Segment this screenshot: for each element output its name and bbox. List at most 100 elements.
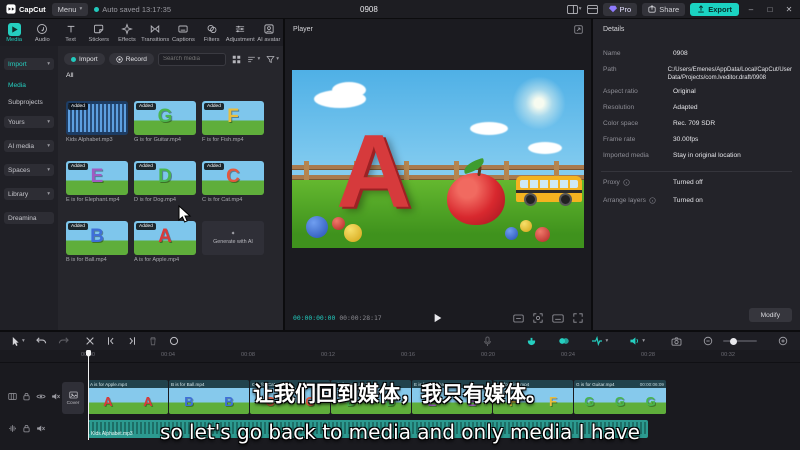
- subtitle-english: so let's go back to media and only media…: [160, 420, 640, 444]
- import-button[interactable]: Import: [64, 53, 105, 65]
- media-item[interactable]: Added Kids Alphabet.mp3: [66, 101, 128, 143]
- media-item[interactable]: Added E E is for Elephant.mp4: [66, 161, 128, 203]
- sidebar-item-import[interactable]: Import ▾: [4, 58, 54, 70]
- player-title: Player: [293, 25, 313, 33]
- media-item[interactable]: Added C C is for Cat.mp4: [202, 161, 264, 203]
- aspect-ratio-icon[interactable]: [513, 314, 524, 323]
- subtitle-chinese: 让我们回到媒体，我只有媒体。: [253, 383, 547, 406]
- detail-label: Name: [603, 50, 621, 57]
- titlebar: CapCut Menu ▾ Auto saved 13:17:35 0908 ▾ …: [0, 0, 800, 18]
- detail-label: Proxy: [603, 179, 673, 186]
- ruler-label: 00:12: [321, 352, 335, 358]
- sidebar-item-yours[interactable]: Yours ▾: [4, 116, 54, 128]
- preview-axis-icon[interactable]: ▾: [591, 336, 608, 346]
- split-icon[interactable]: [85, 336, 95, 346]
- info-icon: [623, 179, 630, 186]
- zoom-out-icon[interactable]: [703, 336, 713, 346]
- chevron-down-icon: ▾: [47, 191, 50, 197]
- detail-label: Imported media: [603, 152, 649, 159]
- media-item[interactable]: Added A A is for Apple.mp4: [134, 221, 196, 263]
- menu-button[interactable]: Menu ▾: [51, 2, 89, 16]
- grid-view-icon[interactable]: [232, 55, 241, 64]
- detail-label: Arrange layers: [603, 197, 673, 204]
- share-icon: [648, 5, 656, 13]
- audio-preview-icon[interactable]: ▾: [629, 336, 645, 346]
- media-tab-all[interactable]: All: [66, 72, 74, 79]
- snap-magnet-icon[interactable]: [526, 336, 537, 346]
- sidebar-item-ai-media[interactable]: AI media ▾: [4, 140, 54, 152]
- effects-icon: [120, 23, 133, 36]
- share-button[interactable]: Share: [642, 2, 686, 16]
- resolution-icon[interactable]: [552, 314, 564, 323]
- fit-icon[interactable]: [533, 313, 543, 323]
- media-icon: [7, 22, 21, 36]
- pro-button[interactable]: Pro: [602, 2, 638, 16]
- undo-icon[interactable]: [35, 336, 47, 346]
- player-panel: Player A 00:00:00:00 00:00:28:17: [285, 19, 591, 330]
- zoom-slider-knob[interactable]: [730, 337, 737, 345]
- maximize-button[interactable]: □: [763, 5, 777, 14]
- timeline-toolbar: ▾ ▾ ▾: [0, 332, 800, 350]
- export-button[interactable]: Export: [690, 2, 739, 16]
- select-tool-icon[interactable]: ▾: [11, 336, 25, 347]
- sparkle-icon: ✦: [230, 231, 236, 237]
- media-item[interactable]: Added F F is for Fish.mp4: [202, 101, 264, 143]
- sidebar-item-dreamina[interactable]: Dreamina: [4, 212, 54, 224]
- sidebar-item-library[interactable]: Library ▾: [4, 188, 54, 200]
- play-button[interactable]: [434, 313, 443, 323]
- text-icon: [64, 23, 77, 36]
- redo-icon[interactable]: [58, 336, 69, 346]
- generate-with-ai-card[interactable]: ✦ Generate with AI: [202, 221, 264, 255]
- delete-left-icon[interactable]: [106, 336, 116, 346]
- cloud: [528, 142, 562, 154]
- tab-effects[interactable]: Effects: [113, 19, 141, 46]
- tab-stickers[interactable]: Stickers: [85, 19, 113, 46]
- delete-right-icon[interactable]: [127, 336, 137, 346]
- player-controls: 00:00:00:00 00:00:28:17: [285, 306, 591, 330]
- link-icon[interactable]: [558, 336, 570, 346]
- media-item[interactable]: Added G G is for Guitar.mp4: [134, 101, 196, 143]
- voiceover-mic-icon[interactable]: [483, 336, 492, 347]
- sidebar-item-spaces[interactable]: Spaces ▾: [4, 164, 54, 176]
- detail-value: Stay in original location: [673, 152, 741, 159]
- tab-captions[interactable]: Captions: [169, 19, 197, 46]
- ruler-label: 00:28: [641, 352, 655, 358]
- search-input[interactable]: [157, 52, 226, 66]
- adjustment-icon: [234, 23, 247, 36]
- tab-media[interactable]: Media: [0, 19, 28, 46]
- sidebar-item-subprojects[interactable]: Subprojects: [8, 99, 43, 106]
- timeline-ruler[interactable]: 00:0000:0400:0800:1200:1600:2000:2400:28…: [0, 350, 800, 363]
- autosave-dot-icon: [94, 6, 100, 12]
- tab-ai-avatar[interactable]: AI avatar: [255, 19, 283, 46]
- letter-a-3d: A: [336, 113, 412, 230]
- media-item[interactable]: Added B B is for Ball.mp4: [66, 221, 128, 263]
- sidebar-item-media[interactable]: Media: [8, 82, 26, 89]
- detail-label: Resolution: [603, 104, 635, 111]
- delete-icon[interactable]: [148, 336, 158, 346]
- filter-icon[interactable]: ▾: [266, 55, 279, 64]
- filters-icon: [205, 23, 218, 36]
- zoom-in-icon[interactable]: [778, 336, 788, 346]
- record-button[interactable]: Record: [108, 53, 154, 65]
- detach-player-icon[interactable]: [574, 24, 583, 34]
- close-button[interactable]: ✕: [782, 5, 796, 14]
- media-item[interactable]: Added D D is for Dog.mp4: [134, 161, 196, 203]
- layout-switch-icon[interactable]: ▾: [566, 4, 582, 14]
- snapshot-icon[interactable]: [671, 336, 682, 346]
- tab-transitions[interactable]: Transitions: [141, 19, 169, 46]
- modify-button[interactable]: Modify: [748, 308, 792, 322]
- tab-adjustment[interactable]: Adjustment: [226, 19, 255, 46]
- ruler-label: 00:24: [561, 352, 575, 358]
- tab-audio[interactable]: Audio: [28, 19, 56, 46]
- tab-text[interactable]: Text: [56, 19, 84, 46]
- detail-value: Original: [673, 88, 696, 95]
- minimize-button[interactable]: –: [744, 5, 758, 14]
- mask-icon[interactable]: [169, 336, 179, 346]
- details-panel: Details Name 0908 Path C:/Users/Emenes/App…: [593, 19, 800, 330]
- fullscreen-icon[interactable]: [573, 313, 583, 323]
- chevron-down-icon: ▾: [47, 61, 50, 67]
- tab-filters[interactable]: Filters: [198, 19, 226, 46]
- panel-layout-icon[interactable]: [586, 4, 598, 14]
- sort-icon[interactable]: ▾: [247, 55, 260, 64]
- timeline-zoom-slider[interactable]: [723, 337, 757, 345]
